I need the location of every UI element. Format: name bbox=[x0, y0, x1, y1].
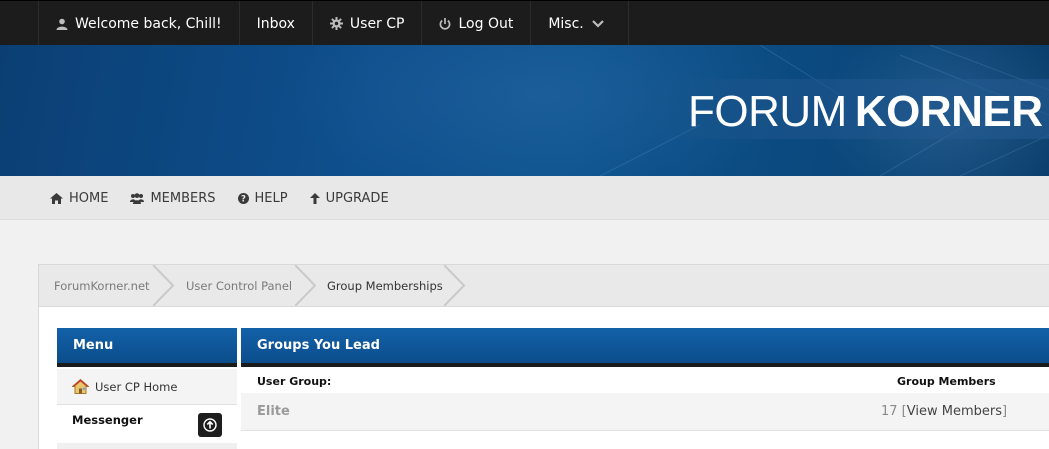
site-banner: FORUM KORNER bbox=[0, 45, 1049, 176]
menu-item-label: User CP Home bbox=[95, 379, 178, 394]
logo-text-light: FORUM bbox=[688, 87, 847, 136]
menu-header: Menu bbox=[57, 328, 237, 367]
column-header-group-members: Group Members bbox=[897, 375, 996, 388]
group-name[interactable]: Elite bbox=[257, 404, 290, 419]
group-member-count: 17 [View Members] bbox=[881, 404, 1008, 419]
groups-panel-header: Groups You Lead bbox=[241, 328, 1049, 367]
breadcrumb-item[interactable]: User Control Panel bbox=[186, 265, 292, 306]
breadcrumb-separator bbox=[295, 265, 317, 306]
nav-members[interactable]: MEMBERS bbox=[130, 190, 216, 206]
user-icon bbox=[56, 18, 68, 30]
main-nav: HOME MEMBERS ? HELP UPGRADE bbox=[0, 176, 1049, 220]
view-members-link[interactable]: View Members bbox=[907, 404, 1002, 419]
home-icon bbox=[50, 192, 63, 204]
logout-link[interactable]: Log Out bbox=[422, 1, 532, 46]
misc-label: Misc. bbox=[548, 15, 584, 32]
power-icon bbox=[440, 17, 451, 30]
nav-upgrade-label: UPGRADE bbox=[325, 190, 389, 206]
groups-panel-title: Groups You Lead bbox=[257, 338, 380, 353]
nav-help-label: HELP bbox=[254, 190, 288, 206]
nav-members-label: MEMBERS bbox=[150, 190, 216, 206]
menu-item-user-cp-home[interactable]: User CP Home bbox=[57, 369, 237, 405]
help-icon: ? bbox=[237, 192, 249, 204]
breadcrumb-separator bbox=[153, 265, 175, 306]
table-header-row: User Group: Group Members bbox=[241, 369, 1049, 393]
logout-label: Log Out bbox=[458, 15, 514, 32]
breadcrumb-separator bbox=[444, 265, 466, 306]
gear-icon bbox=[329, 17, 343, 30]
nav-home-label: HOME bbox=[69, 190, 109, 206]
column-header-user-group: User Group: bbox=[257, 375, 332, 388]
svg-text:?: ? bbox=[241, 194, 246, 203]
member-count: 17 bbox=[881, 404, 898, 419]
misc-menu[interactable]: Misc. bbox=[531, 1, 629, 46]
house-icon bbox=[72, 379, 89, 394]
table-row: Elite 17 [View Members] bbox=[241, 393, 1049, 431]
inbox-label: Inbox bbox=[256, 15, 295, 32]
inbox-link[interactable]: Inbox bbox=[240, 1, 313, 46]
breadcrumb-item[interactable]: ForumKorner.net bbox=[54, 265, 150, 306]
nav-upgrade[interactable]: UPGRADE bbox=[309, 190, 389, 206]
top-bar: Welcome back, Chill! Inbox User CP Log O… bbox=[0, 0, 1049, 46]
scroll-to-top-button[interactable] bbox=[198, 413, 222, 437]
site-logo[interactable]: FORUM KORNER bbox=[688, 87, 1043, 137]
chevron-down-icon bbox=[591, 19, 604, 28]
welcome-menu[interactable]: Welcome back, Chill! bbox=[39, 1, 240, 46]
user-cp-link[interactable]: User CP bbox=[313, 1, 423, 46]
menu-title: Menu bbox=[73, 338, 114, 353]
arrow-up-icon bbox=[309, 192, 320, 204]
menu-divider bbox=[57, 443, 237, 449]
members-icon bbox=[130, 192, 145, 204]
top-nav: Welcome back, Chill! Inbox User CP Log O… bbox=[38, 1, 629, 46]
breadcrumb: ForumKorner.net User Control Panel Group… bbox=[38, 264, 1049, 307]
user-cp-label: User CP bbox=[349, 15, 405, 32]
menu-section-label: Messenger bbox=[72, 413, 143, 427]
scroll-top-icon bbox=[203, 418, 217, 432]
nav-home[interactable]: HOME bbox=[50, 191, 108, 206]
nav-help[interactable]: ? HELP bbox=[237, 190, 288, 206]
logo-text-bold: KORNER bbox=[854, 87, 1043, 136]
welcome-text: Welcome back, Chill! bbox=[75, 15, 222, 32]
breadcrumb-current: Group Memberships bbox=[327, 278, 443, 293]
